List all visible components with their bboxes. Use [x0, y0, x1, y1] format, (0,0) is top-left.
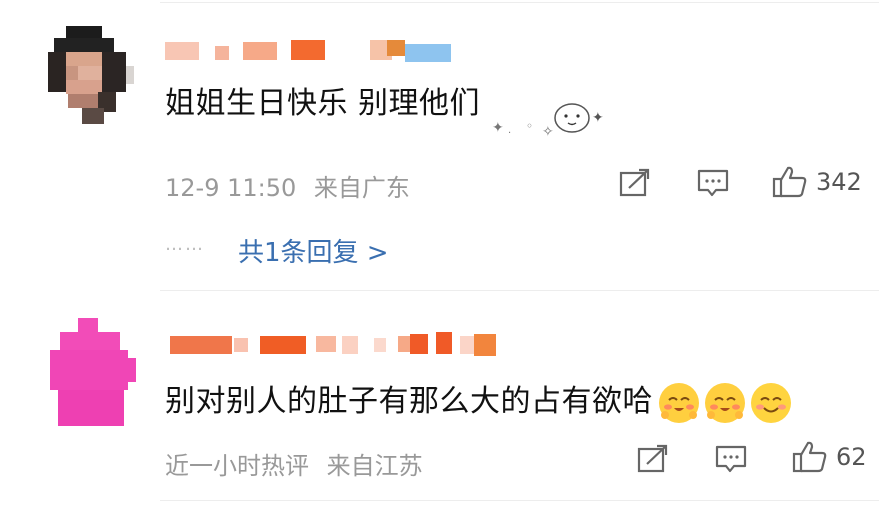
comment-time: 12-9 11:50	[165, 174, 297, 202]
like-button[interactable]: 342	[772, 165, 862, 199]
share-button[interactable]	[618, 168, 652, 198]
comment-meta: 近一小时热评 来自江苏	[165, 446, 423, 481]
reply-dots: ……	[165, 234, 205, 255]
svg-text:◦: ◦	[526, 119, 533, 133]
share-icon	[619, 168, 650, 197]
share-button[interactable]	[636, 444, 670, 474]
comment-text: 别对别人的肚子有那么大的占有欲哈	[165, 376, 791, 423]
comment-location: 来自广东	[313, 174, 410, 202]
like-count: 62	[836, 443, 867, 471]
svg-text:✧: ✧	[542, 124, 554, 140]
like-button[interactable]: 62	[792, 440, 867, 474]
comment-icon	[715, 445, 747, 473]
blush-emoji-icon	[705, 382, 745, 423]
comment-button[interactable]	[714, 444, 748, 474]
comment-meta: 12-9 11:50 来自广东	[165, 168, 410, 203]
share-icon	[637, 444, 668, 473]
comment-time: 近一小时热评	[165, 452, 309, 480]
avatar[interactable]	[50, 318, 136, 428]
divider-middle	[160, 290, 879, 291]
comment-location: 来自江苏	[326, 452, 423, 480]
username-blurred[interactable]	[165, 38, 455, 62]
avatar[interactable]	[48, 26, 138, 126]
thumbs-up-icon	[792, 441, 827, 473]
cute-face-sticker: ✦ · ◦ ✧ ✦	[492, 92, 610, 144]
like-count: 342	[816, 168, 862, 196]
svg-text:✦: ✦	[592, 110, 604, 126]
comment-item: 别对别人的肚子有那么大的占有欲哈 近一小时热评 来自江苏 62	[0, 292, 879, 510]
view-replies-link[interactable]: 共1条回复 >	[238, 232, 389, 269]
comment-icon	[697, 169, 729, 197]
comment-text-content: 别对别人的肚子有那么大的占有欲哈	[165, 384, 653, 419]
comment-item: 姐姐生日快乐 别理他们 ✦ · ◦ ✧ ✦ 12-9 11:50 来自广东 34…	[0, 0, 879, 290]
comment-button[interactable]	[696, 168, 730, 198]
svg-text:✦: ✦	[492, 120, 504, 136]
smile-emoji-icon	[751, 382, 791, 423]
username-blurred[interactable]	[170, 332, 500, 356]
blush-emoji-icon	[659, 382, 699, 423]
svg-text:·: ·	[508, 128, 511, 139]
comment-text: 姐姐生日快乐 别理他们	[165, 86, 481, 121]
thumbs-up-icon	[772, 166, 807, 198]
